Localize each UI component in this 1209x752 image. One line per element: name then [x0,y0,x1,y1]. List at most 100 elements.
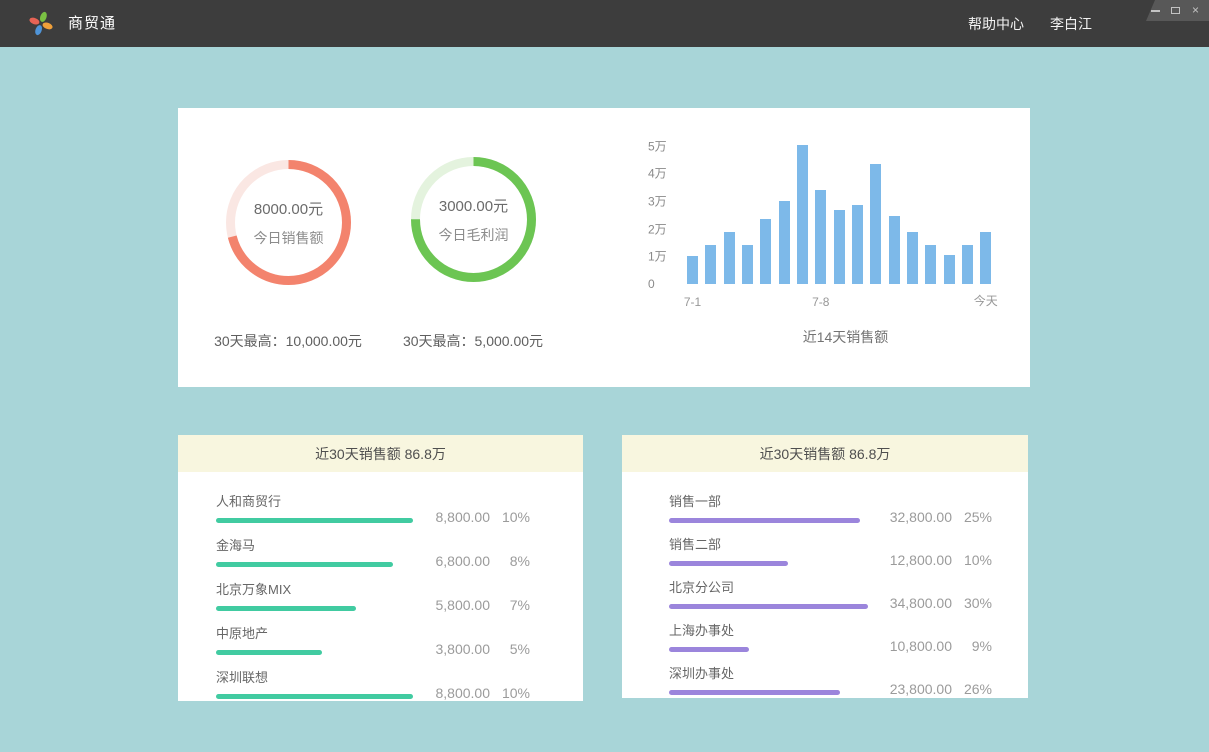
rank-row: 深圳办事处 23,800.0026% [669,663,992,695]
rank-percent: 25% [952,509,992,525]
ring-center-text: 3000.00元 今日毛利润 [411,157,536,282]
rank-values: 8,800.0010% [414,509,530,525]
rank-bar-fill [669,690,840,695]
y-axis-tick: 3万 [648,192,682,209]
department-ranking-list: 销售一部32,800.0025% 销售二部 12,800.0010% 北京分公司 34,… [622,472,1028,695]
rank-amount: 12,800.00 [876,552,952,568]
rank-percent: 5% [490,641,530,657]
daily-sales-bar-6 [779,201,790,284]
rank-percent: 7% [490,597,530,613]
rank-amount: 23,800.00 [876,681,952,697]
daily-sales-bar-15 [944,255,955,284]
app-window: 商贸通 帮助中心 李白江 × 8000.00元 今日销售额 30天最高：10,0… [0,0,1209,752]
rank-percent: 26% [952,681,992,697]
daily-sales-bar-14 [925,245,936,284]
rank-name: 销售二部 [669,534,868,553]
profit-30day-high: 30天最高：5,000.00元 [358,331,588,351]
y-axis-tick: 1万 [648,248,682,265]
rank-bar-fill [216,694,413,699]
customer-ranking-list: 人和商贸行8,800.0010%金海马6,800.008%北京万象MIX5,80… [178,472,583,699]
rank-values: 10,800.009% [876,638,992,654]
rank-row: 销售二部 12,800.0010% [669,534,992,566]
rank-row: 北京分公司 34,800.0030% [669,577,992,609]
daily-sales-bar-11 [870,164,881,284]
daily-sales-bar-17 [980,232,991,284]
rank-amount: 10,800.00 [876,638,952,654]
daily-sales-bar-5 [760,219,771,284]
rank-amount: 3,800.00 [414,641,490,657]
rank-amount: 8,800.00 [414,509,490,525]
rank-percent: 30% [952,595,992,611]
rank-name: 金海马 [216,535,413,554]
daily-sales-bar-8 [815,190,826,284]
x-axis-tick: 7-1 [684,295,701,309]
rank-name: 中原地产 [216,623,413,642]
rank-values: 8,800.0010% [414,685,530,701]
y-axis-tick: 4万 [648,165,682,182]
daily-sales-bar-9 [834,210,845,285]
today-overview-card: 8000.00元 今日销售额 30天最高：10,000.00元 3000.00元… [178,108,1030,387]
rank-name: 人和商贸行 [216,491,413,510]
maximize-button[interactable] [1170,5,1181,16]
daily-sales-bar-12 [889,216,900,284]
rank-amount: 5,800.00 [414,597,490,613]
rank-bar [216,650,413,655]
today-sales-ring: 8000.00元 今日销售额 [226,160,351,285]
x-axis-tick: 7-8 [812,295,829,309]
rank-bar [669,561,868,566]
rank-amount: 32,800.00 [876,509,952,525]
rank-percent: 10% [490,685,530,701]
rank-name: 上海办事处 [669,620,868,639]
rank-values: 6,800.008% [414,553,530,569]
daily-sales-bar-16 [962,245,973,284]
today-profit-label: 今日毛利润 [439,225,509,245]
daily-sales-chart-title: 近14天销售额 [718,327,973,347]
rank-bar-fill [669,647,749,652]
daily-sales-bar-4 [742,245,753,284]
rank-name: 深圳办事处 [669,663,868,682]
daily-sales-bar-10 [852,205,863,284]
minimize-button[interactable] [1150,5,1161,16]
rank-bar-fill [216,650,322,655]
rank-bar-fill [669,604,868,609]
rank-values: 32,800.0025% [876,509,992,525]
ring-center-text: 8000.00元 今日销售额 [226,160,351,285]
help-center-link[interactable]: 帮助中心 [968,14,1024,34]
customer-ranking-title: 近30天销售额 86.8万 [178,435,583,472]
rank-row: 深圳联想8,800.0010% [216,667,530,699]
rank-bar [669,647,868,652]
today-profit-ring: 3000.00元 今日毛利润 [411,157,536,282]
rank-name: 深圳联想 [216,667,413,686]
customer-ranking-card: 近30天销售额 86.8万 人和商贸行8,800.0010%金海马6,800.0… [178,435,583,701]
rank-amount: 6,800.00 [414,553,490,569]
app-title: 商贸通 [68,0,116,47]
today-profit-value: 3000.00元 [439,195,508,216]
rank-values: 3,800.005% [414,641,530,657]
daily-sales-plot: 01万2万3万4万5万7-17-8今天 [687,146,992,284]
rank-bar-fill [669,518,860,523]
rank-bar [669,518,868,523]
rank-percent: 9% [952,638,992,654]
rank-values: 12,800.0010% [876,552,992,568]
username-menu[interactable]: 李白江 [1050,14,1092,34]
rank-bar [216,694,413,699]
titlebar: 商贸通 帮助中心 李白江 × [0,0,1209,47]
y-axis-tick: 2万 [648,220,682,237]
window-controls: × [1146,0,1209,21]
rank-values: 23,800.0026% [876,681,992,697]
rank-row: 销售一部32,800.0025% [669,491,992,523]
rank-bar-fill [216,518,413,523]
rank-row: 北京万象MIX5,800.007% [216,579,530,611]
today-sales-value: 8000.00元 [254,198,323,219]
rank-amount: 34,800.00 [876,595,952,611]
rank-row: 中原地产3,800.005% [216,623,530,655]
rank-percent: 8% [490,553,530,569]
rank-amount: 8,800.00 [414,685,490,701]
y-axis-tick: 5万 [648,137,682,154]
titlebar-menu: 帮助中心 李白江 [968,0,1092,47]
app-logo-icon [28,10,54,37]
rank-name: 北京分公司 [669,577,868,596]
daily-sales-bar-13 [907,232,918,284]
close-button[interactable]: × [1190,5,1201,16]
rank-bar-fill [669,561,788,566]
